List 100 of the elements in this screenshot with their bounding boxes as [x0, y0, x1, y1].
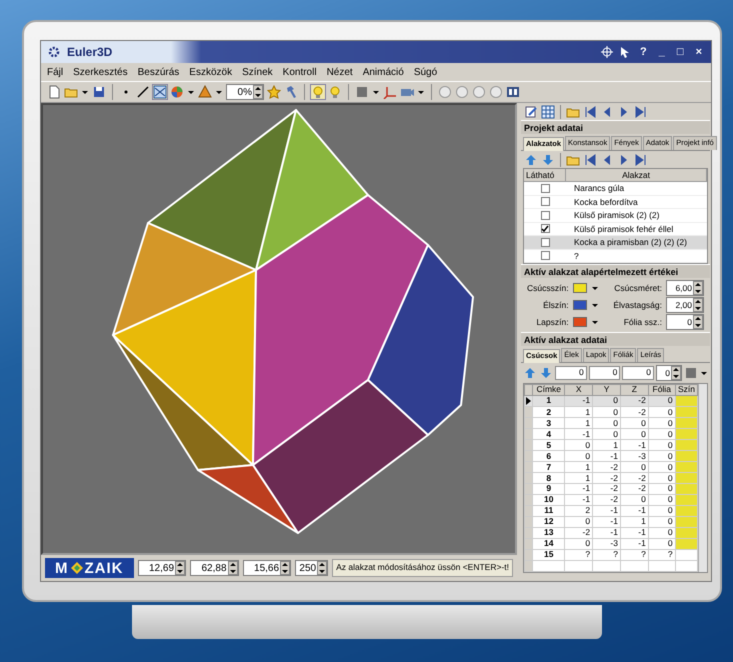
table-cell: 0: [648, 528, 676, 539]
table-cell: 0: [564, 538, 593, 550]
vertex-label: 14: [532, 538, 565, 550]
number-spinner[interactable]: 62,88: [190, 560, 239, 576]
table-cell: -2: [620, 472, 648, 484]
help-button[interactable]: ?: [637, 46, 650, 58]
table-cell: 1: [564, 462, 593, 473]
shape-name: Külső piramisok (2) (2): [573, 210, 660, 220]
table-cell: -1: [564, 428, 593, 440]
column-header: Szín: [675, 384, 698, 396]
field-label: Csúcsméret:: [613, 283, 662, 293]
table-cell: -3: [592, 538, 620, 550]
table-cell: ?: [648, 550, 676, 561]
table-cell: 0: [592, 406, 620, 418]
table-cell: -2: [620, 406, 648, 418]
table-cell: -1: [564, 494, 593, 506]
table-cell: 0: [592, 418, 620, 429]
number-spinner[interactable]: 15,66: [242, 560, 292, 576]
menu-item[interactable]: Kontroll: [282, 66, 317, 78]
table-cell: -1: [620, 538, 648, 550]
field-label: Élszín:: [542, 300, 569, 310]
table-cell: 0: [648, 516, 676, 528]
table-cell: -1: [620, 506, 648, 517]
vertex-label: 11: [532, 506, 565, 517]
section-header: Projekt adatai: [521, 120, 710, 134]
input-field[interactable]: 0: [588, 366, 620, 380]
vertex-label: 10: [532, 494, 565, 506]
number-spinner[interactable]: 2,00: [666, 297, 704, 313]
vertex-label: 8: [532, 472, 565, 484]
table-cell: 0: [648, 506, 676, 517]
table-cell: -2: [564, 528, 593, 539]
table-cell: 0: [620, 494, 648, 506]
input-field[interactable]: 0: [555, 366, 587, 380]
shape-list-row[interactable]: Külső piramisok (2) (2): [524, 209, 707, 222]
status-message: Az alakzat módosításához üssön <ENTER>-t!: [332, 559, 513, 577]
shape-list-row[interactable]: Kocka befordítva: [524, 196, 707, 209]
number-spinner[interactable]: 12,69: [138, 560, 186, 576]
shape-name: Kocka a piramisban (2) (2) (2): [573, 237, 687, 248]
menu-item[interactable]: Színek: [242, 66, 273, 78]
table-cell: -2: [592, 484, 620, 495]
field-label: Csúcsszín:: [527, 283, 569, 293]
zoom-field[interactable]: 0%: [226, 84, 264, 100]
menu-item[interactable]: Fájl: [47, 66, 64, 78]
section-header: Aktív alakzat adatai: [521, 332, 710, 346]
table-cell: 0: [648, 484, 676, 495]
vertex-label: 2: [532, 406, 565, 418]
table-cell: -2: [620, 484, 648, 495]
input-field[interactable]: 0: [622, 366, 654, 380]
number-spinner[interactable]: 0: [666, 314, 704, 330]
shape-list-row[interactable]: Narancs gúla: [524, 182, 707, 196]
table-cell: 0: [564, 440, 593, 451]
menu-item[interactable]: Animáció: [362, 66, 404, 78]
table-cell: 0: [648, 418, 676, 429]
logo: M ZAIK: [45, 558, 134, 578]
column-header: X: [564, 384, 593, 396]
table-cell: 0: [564, 450, 593, 462]
table-cell: 0: [592, 428, 620, 440]
menu-item[interactable]: Nézet: [326, 66, 353, 78]
vertex-label: 13: [532, 528, 565, 539]
vertex-label: 15: [532, 550, 565, 561]
table-cell: -1: [592, 528, 620, 539]
table-cell: ?: [592, 550, 620, 561]
shape-name: ?: [573, 250, 579, 261]
maximize-button[interactable]: □: [674, 46, 687, 58]
menu-item[interactable]: Súgó: [414, 66, 438, 78]
minimize-button[interactable]: _: [656, 46, 668, 58]
table-cell: 1: [620, 516, 648, 528]
window-title: Euler3D: [67, 45, 112, 59]
table-cell: -3: [620, 450, 648, 462]
table-cell: 1: [564, 472, 593, 484]
shape-list-row[interactable]: ?: [524, 250, 707, 263]
shape-list-row[interactable]: Kocka a piramisban (2) (2) (2): [524, 236, 707, 250]
number-spinner[interactable]: 0: [656, 365, 682, 381]
table-cell: 0: [564, 516, 593, 528]
table-cell: 0: [648, 462, 676, 473]
table-cell: 0: [620, 462, 648, 473]
number-spinner[interactable]: 6,00: [666, 280, 704, 296]
column-header: Y: [592, 384, 620, 396]
table-cell: 0: [620, 428, 648, 440]
field-label: Lapszín:: [535, 317, 569, 327]
table-cell: -2: [592, 494, 620, 506]
vertex-label: 5: [532, 440, 565, 451]
menu-item[interactable]: Eszközök: [189, 66, 232, 78]
vertex-label: 12: [532, 516, 565, 528]
vertex-label: 6: [532, 450, 565, 462]
table-cell: ?: [620, 550, 648, 561]
table-cell: 0: [648, 406, 676, 418]
menu-item[interactable]: Szerkesztés: [73, 66, 128, 78]
table-cell: 0: [648, 538, 676, 550]
close-button[interactable]: ×: [692, 46, 705, 58]
table-cell: 0: [648, 472, 676, 484]
menu-item[interactable]: Beszúrás: [138, 66, 180, 78]
shape-name: Külső piramisok fehér éllel: [573, 224, 674, 234]
field-label: Élvastagság:: [612, 300, 662, 310]
table-cell: -1: [592, 450, 620, 462]
number-spinner[interactable]: 250: [295, 560, 328, 576]
column-header: Fólia: [648, 384, 676, 396]
table-cell: 2: [564, 506, 593, 517]
vertex-label: 3: [532, 418, 565, 429]
table-cell: -1: [620, 528, 648, 539]
